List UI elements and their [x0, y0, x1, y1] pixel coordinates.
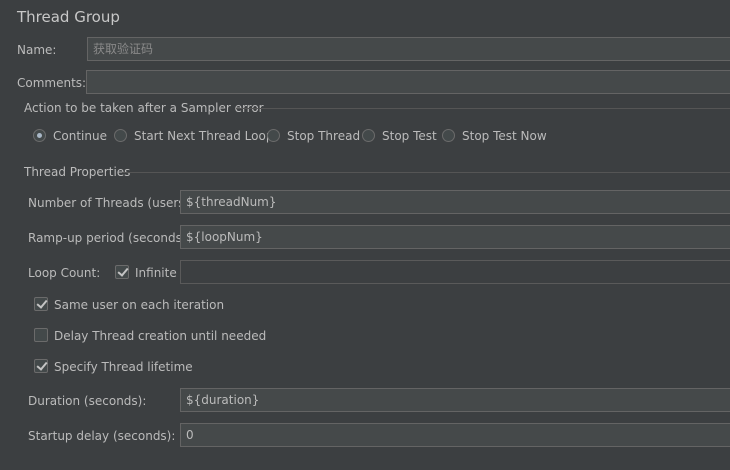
infinite-label[interactable]: Infinite [135, 266, 177, 280]
radio-stop-thread-label[interactable]: Stop Thread [287, 129, 360, 143]
radio-stop-test-label[interactable]: Stop Test [382, 129, 437, 143]
num-threads-label: Number of Threads (users): [28, 196, 194, 210]
startup-delay-label: Startup delay (seconds): [28, 429, 176, 443]
name-field[interactable]: 获取验证码 [87, 37, 730, 61]
thread-group-panel: Thread Group Name: 获取验证码 Comments: Actio… [0, 0, 730, 470]
ramp-up-label: Ramp-up period (seconds): [28, 231, 191, 245]
radio-stop-test[interactable] [362, 129, 375, 142]
radio-stop-test-now-label[interactable]: Stop Test Now [462, 129, 547, 143]
infinite-checkbox[interactable] [115, 265, 129, 279]
radio-stop-test-now[interactable] [442, 129, 455, 142]
num-threads-field[interactable]: ${threadNum} [180, 190, 730, 214]
specify-lifetime-checkbox[interactable] [34, 359, 48, 373]
ramp-up-field[interactable]: ${loopNum} [180, 225, 730, 249]
duration-field[interactable]: ${duration} [180, 388, 730, 412]
delay-creation-checkbox[interactable] [34, 328, 48, 342]
same-user-label[interactable]: Same user on each iteration [54, 298, 224, 312]
name-label: Name: [17, 43, 57, 57]
comments-label: Comments: [17, 76, 87, 90]
radio-start-next-thread-loop-label[interactable]: Start Next Thread Loop [134, 129, 273, 143]
sampler-error-group-title: Action to be taken after a Sampler error [24, 101, 264, 115]
page-title: Thread Group [17, 8, 120, 26]
thread-properties-group-border [122, 172, 730, 173]
delay-creation-label[interactable]: Delay Thread creation until needed [54, 329, 266, 343]
radio-continue[interactable] [33, 129, 46, 142]
radio-stop-thread[interactable] [267, 129, 280, 142]
radio-start-next-thread-loop[interactable] [114, 129, 127, 142]
duration-label: Duration (seconds): [28, 394, 147, 408]
sampler-error-group-border [236, 108, 730, 109]
same-user-checkbox[interactable] [34, 297, 48, 311]
loop-count-label: Loop Count: [28, 266, 101, 280]
radio-continue-label[interactable]: Continue [53, 129, 107, 143]
startup-delay-field[interactable]: 0 [180, 423, 730, 447]
comments-field[interactable] [86, 70, 730, 94]
thread-properties-group-title: Thread Properties [24, 165, 131, 179]
loop-count-field[interactable] [180, 260, 730, 284]
specify-lifetime-label[interactable]: Specify Thread lifetime [54, 360, 193, 374]
